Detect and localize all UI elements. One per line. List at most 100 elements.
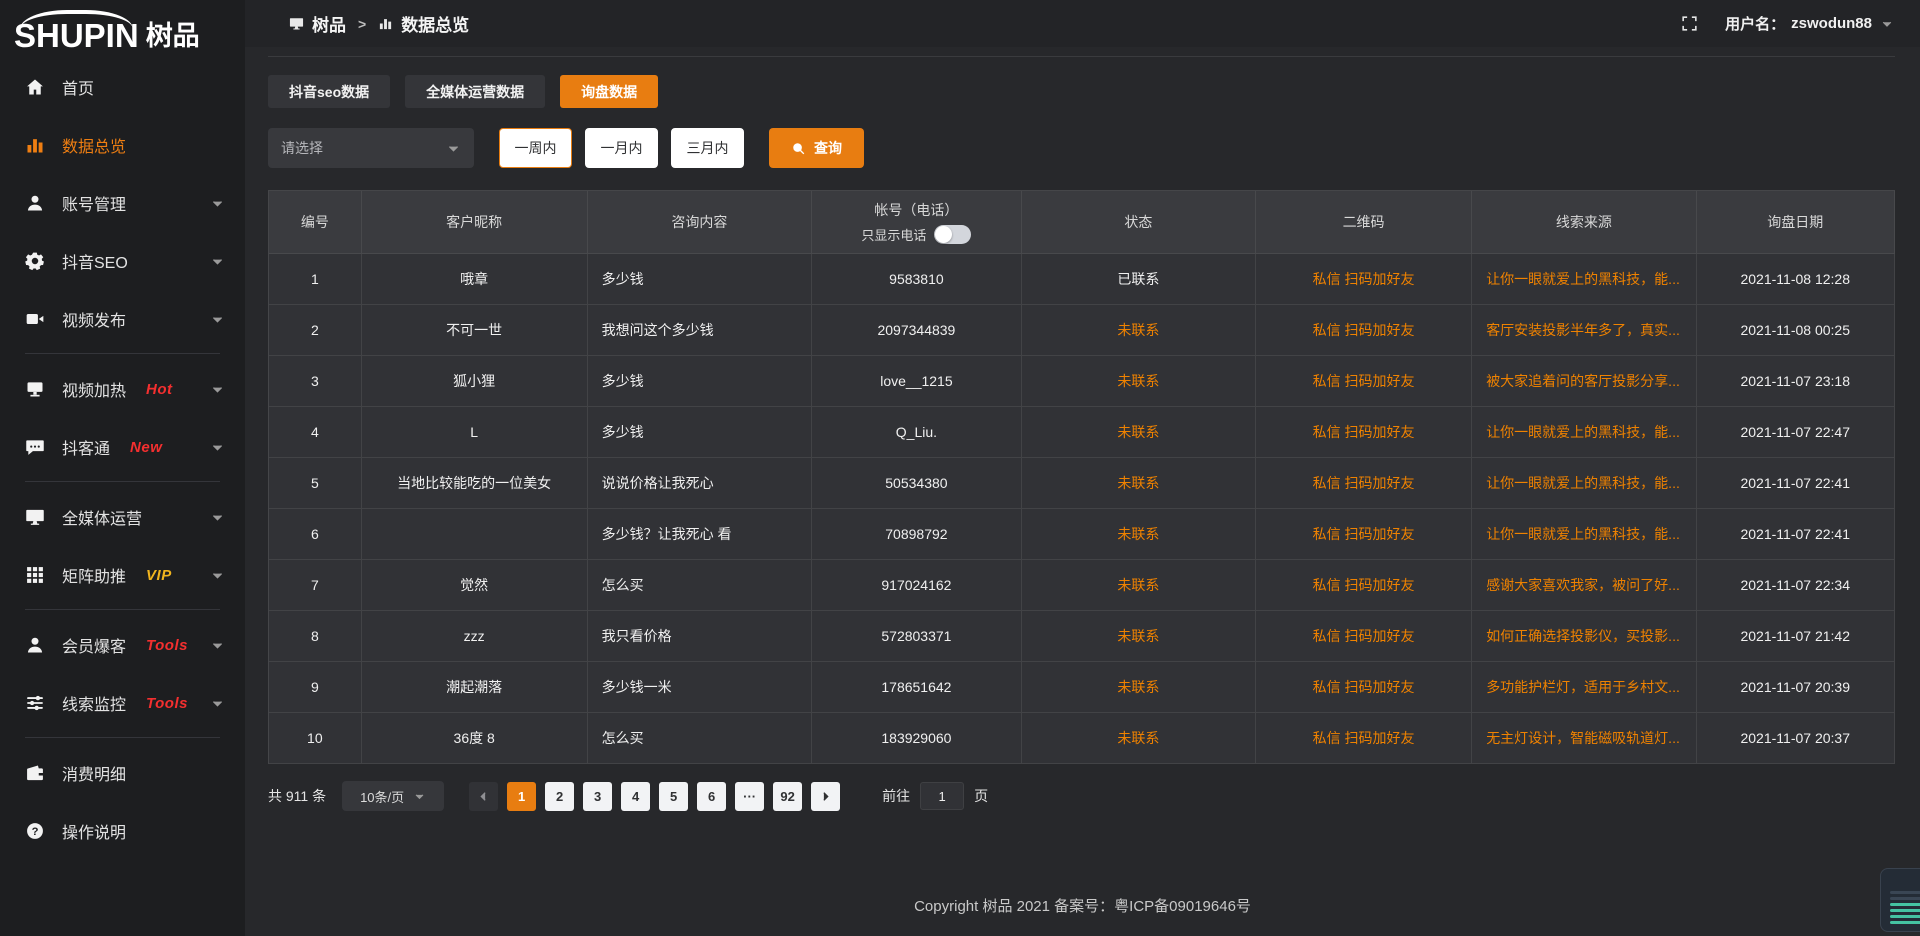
pagination: 共 911 条 10条/页 123456···92 前往 页 (268, 781, 1895, 811)
page-button-5[interactable]: 5 (659, 782, 688, 811)
page-button-1[interactable]: 1 (507, 782, 536, 811)
column-header-5: 二维码 (1256, 191, 1472, 254)
account-select[interactable]: 请选择 (268, 128, 474, 168)
sidebar-item-7[interactable]: 全媒体运营 (0, 488, 245, 546)
column-header-3: 帐号（电话）只显示电话 (812, 191, 1022, 254)
grid-icon (25, 565, 45, 585)
cell-nickname: 狐小狸 (362, 356, 588, 407)
user-icon (25, 193, 45, 213)
footer: Copyright 树品 2021 备案号：粤ICP备09019646号 (245, 895, 1920, 916)
cell-source-link[interactable]: 让你一眼就爱上的黑科技，能... (1472, 407, 1696, 458)
cell-status: 未联系 (1022, 356, 1256, 407)
cell-source-link[interactable]: 如何正确选择投影仪，买投影... (1472, 611, 1696, 662)
breadcrumb-current: 数据总览 (401, 11, 469, 36)
breadcrumb-home-icon (289, 16, 304, 31)
search-icon (791, 141, 806, 156)
page-button-6[interactable]: 6 (697, 782, 726, 811)
table-body: 1哦章多少钱9583810已联系私信 扫码加好友让你一眼就爱上的黑科技，能...… (269, 254, 1895, 764)
cell-qrcode-links[interactable]: 私信 扫码加好友 (1256, 356, 1472, 407)
cell-qrcode-links[interactable]: 私信 扫码加好友 (1256, 560, 1472, 611)
sidebar-item-1[interactable]: 数据总览 (0, 116, 245, 174)
page-button-4[interactable]: 4 (621, 782, 650, 811)
sidebar-item-label: 会员爆客 (62, 633, 126, 657)
cell-id: 4 (269, 407, 362, 458)
tab-1[interactable]: 全媒体运营数据 (405, 75, 545, 108)
sidebar-item-12[interactable]: ? 操作说明 (0, 802, 245, 860)
page-button-92[interactable]: 92 (773, 782, 802, 811)
sidebar-item-2[interactable]: 账号管理 (0, 174, 245, 232)
sidebar-item-3[interactable]: 抖音SEO (0, 232, 245, 290)
toggle-knob (935, 226, 952, 243)
breadcrumb-home[interactable]: 树品 (312, 11, 346, 36)
phone-only-toggle[interactable] (934, 225, 971, 244)
date-range-button-2[interactable]: 三月内 (671, 128, 744, 168)
tab-0[interactable]: 抖音seo数据 (268, 75, 390, 108)
sidebar-item-9[interactable]: 会员爆客Tools (0, 616, 245, 674)
cell-date: 2021-11-07 20:37 (1697, 713, 1895, 764)
cell-qrcode-links[interactable]: 私信 扫码加好友 (1256, 458, 1472, 509)
sidebar-item-6[interactable]: 抖客通 New (0, 418, 245, 476)
tab-2[interactable]: 询盘数据 (560, 75, 658, 108)
sidebar-item-label: 抖客通 (62, 435, 110, 459)
cell-id: 1 (269, 254, 362, 305)
goto-page-input[interactable] (920, 782, 964, 810)
cell-status: 未联系 (1022, 509, 1256, 560)
cell-status: 未联系 (1022, 611, 1256, 662)
cell-qrcode-links[interactable]: 私信 扫码加好友 (1256, 254, 1472, 305)
cell-source-link[interactable]: 客厅安装投影半年多了，真实... (1472, 305, 1696, 356)
fullscreen-icon[interactable] (1680, 14, 1699, 33)
page-button-3[interactable]: 3 (583, 782, 612, 811)
sidebar-divider (25, 481, 220, 482)
page-size-select[interactable]: 10条/页 (342, 781, 444, 811)
next-page-button[interactable] (811, 782, 840, 811)
cell-source-link[interactable]: 让你一眼就爱上的黑科技，能... (1472, 458, 1696, 509)
cell-account: 70898792 (812, 509, 1022, 560)
svg-text:?: ? (32, 826, 39, 838)
inquiry-table: 编号客户昵称咨询内容帐号（电话）只显示电话状态二维码线索来源询盘日期 1哦章多少… (268, 190, 1895, 764)
total-count: 共 911 条 (268, 786, 326, 806)
table-header-row: 编号客户昵称咨询内容帐号（电话）只显示电话状态二维码线索来源询盘日期 (269, 191, 1895, 254)
sidebar-item-0[interactable]: 首页 (0, 58, 245, 116)
sidebar-item-10[interactable]: 线索监控Tools (0, 674, 245, 732)
cell-source-link[interactable]: 让你一眼就爱上的黑科技，能... (1472, 509, 1696, 560)
cell-source-link[interactable]: 感谢大家喜欢我家，被问了好... (1472, 560, 1696, 611)
user-area: 用户名：zswodun88 (1680, 13, 1894, 34)
cell-status: 未联系 (1022, 458, 1256, 509)
sidebar-item-5[interactable]: 视频加热Hot (0, 360, 245, 418)
date-range-button-1[interactable]: 一月内 (585, 128, 658, 168)
sidebar-item-label: 操作说明 (62, 819, 126, 843)
cell-qrcode-links[interactable]: 私信 扫码加好友 (1256, 509, 1472, 560)
cell-content: 怎么买 (588, 560, 812, 611)
cell-content: 多少钱 (588, 356, 812, 407)
content-divider (268, 56, 1895, 57)
sidebar-item-label: 全媒体运营 (62, 505, 142, 529)
wallet-icon (25, 763, 45, 783)
cell-qrcode-links[interactable]: 私信 扫码加好友 (1256, 305, 1472, 356)
cell-source-link[interactable]: 让你一眼就爱上的黑科技，能... (1472, 254, 1696, 305)
more-pages-button[interactable]: ··· (735, 782, 764, 811)
user-menu[interactable]: 用户名：zswodun88 (1725, 13, 1894, 34)
table-row: 1哦章多少钱9583810已联系私信 扫码加好友让你一眼就爱上的黑科技，能...… (269, 254, 1895, 305)
cell-status: 未联系 (1022, 713, 1256, 764)
cell-qrcode-links[interactable]: 私信 扫码加好友 (1256, 713, 1472, 764)
cell-source-link[interactable]: 多功能护栏灯，适用于乡村文... (1472, 662, 1696, 713)
sidebar-item-4[interactable]: 视频发布 (0, 290, 245, 348)
cell-date: 2021-11-07 22:34 (1697, 560, 1895, 611)
page-button-2[interactable]: 2 (545, 782, 574, 811)
search-button[interactable]: 查询 (769, 128, 864, 168)
column-header-label: 线索来源 (1556, 212, 1612, 232)
sidebar-item-badge: New (130, 439, 162, 456)
copyright-text: Copyright 树品 2021 备案号：粤ICP备09019646号 (914, 898, 1251, 915)
sidebar-item-11[interactable]: 消费明细 (0, 744, 245, 802)
date-range-button-0[interactable]: 一周内 (499, 128, 572, 168)
cell-qrcode-links[interactable]: 私信 扫码加好友 (1256, 662, 1472, 713)
floating-widget[interactable] (1880, 868, 1920, 932)
cell-nickname: 当地比较能吃的一位美女 (362, 458, 588, 509)
cell-qrcode-links[interactable]: 私信 扫码加好友 (1256, 407, 1472, 458)
chevron-left-icon (477, 790, 490, 803)
prev-page-button[interactable] (469, 782, 498, 811)
sidebar-item-8[interactable]: 矩阵助推VIP (0, 546, 245, 604)
cell-source-link[interactable]: 无主灯设计，智能磁吸轨道灯... (1472, 713, 1696, 764)
cell-qrcode-links[interactable]: 私信 扫码加好友 (1256, 611, 1472, 662)
cell-source-link[interactable]: 被大家追着问的客厅投影分享... (1472, 356, 1696, 407)
